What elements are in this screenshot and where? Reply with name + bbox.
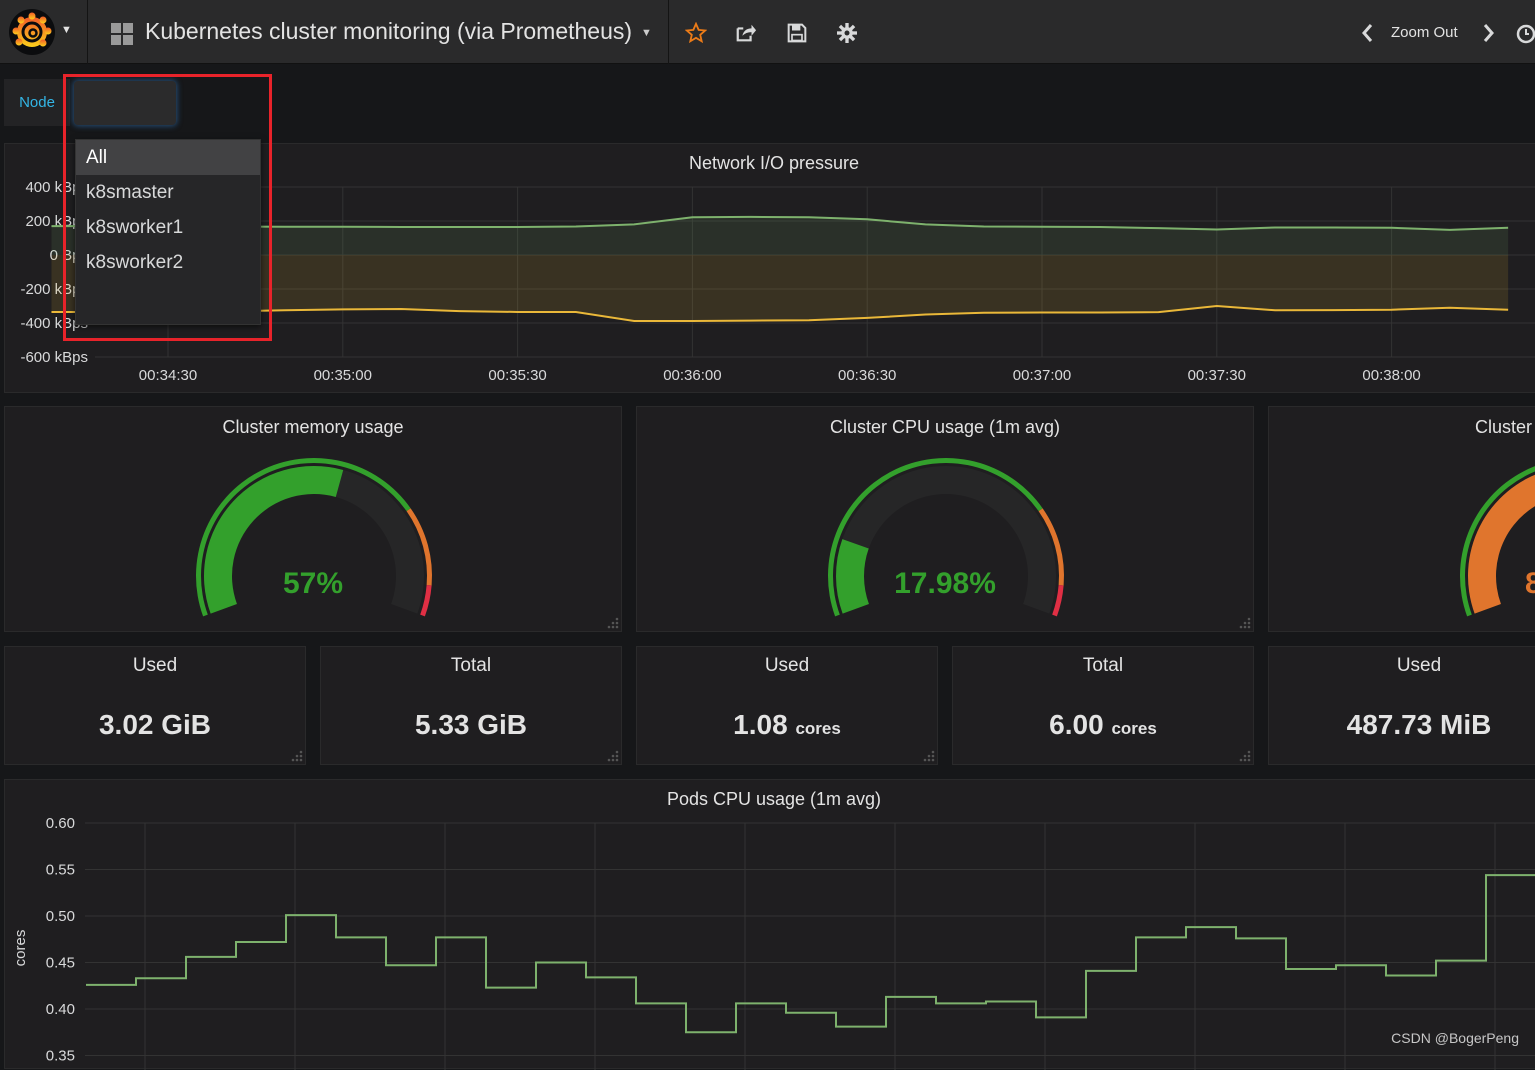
cluster-cpu-panel: Cluster CPU usage (1m avg) 17.98% <box>636 406 1254 632</box>
x-tick-label: 00:36:30 <box>838 367 896 384</box>
watermark: CSDN @BogerPeng <box>1391 1030 1519 1046</box>
clock-icon[interactable] <box>1516 24 1535 44</box>
y-tick-label: 0.50 <box>46 908 75 925</box>
stat-title[interactable]: Used <box>1269 655 1535 677</box>
x-tick-label: 00:37:00 <box>1013 367 1071 384</box>
filesystem-used-stat: Used 487.73 MiB <box>1268 646 1535 765</box>
zoom-out-button[interactable]: Zoom Out <box>1391 24 1458 41</box>
share-icon[interactable] <box>735 22 757 44</box>
resize-handle-icon[interactable] <box>1239 617 1251 629</box>
node-option-all[interactable]: All <box>76 140 260 175</box>
cpu-total-stat: Total 6.00 cores <box>952 646 1254 765</box>
pods-cpu-chart: 0.60 0.55 0.50 0.45 0.40 0.35 cores <box>12 815 1535 1070</box>
x-tick-label: 00:36:00 <box>663 367 721 384</box>
stat-title[interactable]: Total <box>321 655 621 677</box>
stat-title[interactable]: Used <box>5 655 305 677</box>
y-tick-label: 0.60 <box>46 815 75 832</box>
stat-value: 5.33 GiB <box>414 709 528 740</box>
stat-title[interactable]: Used <box>637 655 937 677</box>
caret-down-icon: ▼ <box>641 27 652 39</box>
x-tick-label: 00:35:30 <box>488 367 546 384</box>
node-options-dropdown: All k8smaster k8sworker1 k8sworker2 <box>75 139 261 325</box>
resize-handle-icon[interactable] <box>291 750 303 762</box>
y-tick-label: 0.55 <box>46 862 75 879</box>
x-tick-label: 00:38:00 <box>1362 367 1420 384</box>
stat-value: 3.02 GiB <box>98 709 212 740</box>
x-tick-label: 00:37:30 <box>1188 367 1246 384</box>
grafana-logo-icon <box>9 9 55 55</box>
node-option-k8smaster[interactable]: k8smaster <box>76 175 260 210</box>
cluster-memory-panel: Cluster memory usage 57% <box>4 406 622 632</box>
stat-title[interactable]: Total <box>953 655 1253 677</box>
node-option-k8sworker1[interactable]: k8sworker1 <box>76 210 260 245</box>
star-icon[interactable] <box>685 22 707 44</box>
dashboard-title: Kubernetes cluster monitoring (via Prome… <box>145 18 633 44</box>
dashboard-grid-icon <box>111 23 133 45</box>
grafana-menu-button[interactable]: ▼ <box>0 0 88 64</box>
save-icon[interactable] <box>786 22 808 44</box>
pods-cpu-panel: Pods CPU usage (1m avg) 0.60 0.55 0.50 0.45… <box>4 779 1535 1070</box>
resize-handle-icon[interactable] <box>923 750 935 762</box>
memory-total-stat: Total 5.33 GiB <box>320 646 622 765</box>
chevron-right-icon[interactable] <box>1480 22 1496 44</box>
cpu-used-stat: Used 1.08 cores <box>636 646 938 765</box>
stat-value: 487.73 MiB <box>1346 709 1492 740</box>
y-tick-label: 0.45 <box>46 955 75 972</box>
y-axis-label: cores <box>12 930 29 967</box>
resize-handle-icon[interactable] <box>1239 750 1251 762</box>
node-variable-input[interactable] <box>74 81 176 125</box>
y-tick-label: 0.35 <box>46 1048 75 1065</box>
series-line-pods <box>86 848 1535 1034</box>
series-area-received <box>51 216 1509 255</box>
resize-handle-icon[interactable] <box>607 617 619 629</box>
y-tick-label: -600 kBps <box>20 349 88 366</box>
node-option-k8sworker2[interactable]: k8sworker2 <box>76 245 260 280</box>
y-tick-label: 0.40 <box>46 1001 75 1018</box>
settings-gear-icon[interactable] <box>836 22 858 44</box>
gauge-value: 17.98% <box>894 567 996 600</box>
stat-value: 6.00 cores <box>1049 709 1157 740</box>
resize-handle-icon[interactable] <box>607 750 619 762</box>
node-variable-label: Node <box>4 79 70 126</box>
x-tick-label: 00:35:00 <box>314 367 372 384</box>
memory-used-stat: Used 3.02 GiB <box>4 646 306 765</box>
gauge-value: 8 <box>1525 567 1535 600</box>
top-navbar: ▼ Kubernetes cluster monitoring (via Pro… <box>0 0 1535 64</box>
filesystem-gauge <box>1460 466 1535 617</box>
stat-value: 1.08 cores <box>733 709 841 740</box>
x-tick-label: 00:34:30 <box>139 367 197 384</box>
caret-down-icon: ▼ <box>61 24 72 36</box>
gauge-value: 57% <box>282 567 344 600</box>
dashboard-title-button[interactable]: Kubernetes cluster monitoring (via Prome… <box>89 0 669 64</box>
cluster-filesystem-panel: Cluster 8 <box>1268 406 1535 632</box>
chevron-left-icon[interactable] <box>1360 22 1376 44</box>
